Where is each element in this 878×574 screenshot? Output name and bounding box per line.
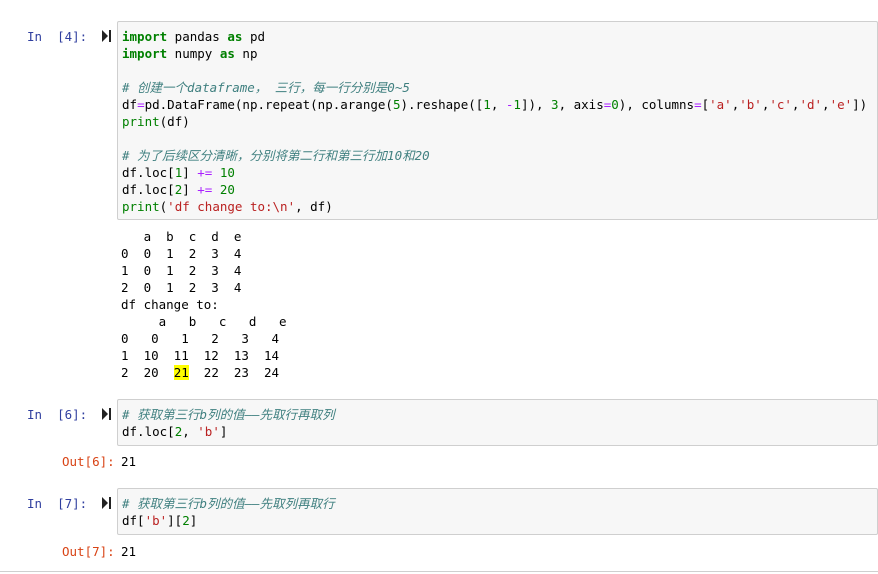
- output-line: 0 0 1 2 3 4: [121, 331, 280, 346]
- in-prompt-4: In [4]:: [27, 29, 88, 44]
- code-line: import pandas as pd: [122, 29, 266, 44]
- output-area-7: 21: [121, 543, 136, 560]
- output-line: df change to:: [121, 297, 219, 312]
- output-text: 22 23 24: [188, 365, 280, 380]
- run-cell-icon[interactable]: [102, 408, 112, 420]
- run-cell-icon[interactable]: [102, 497, 112, 509]
- output-area-4: a b c d e 0 0 1 2 3 4 1 0 1 2 3 4 2 0 1 …: [121, 228, 287, 381]
- code-line: df=pd.DataFrame(np.repeat(np.arange(5).r…: [122, 97, 868, 112]
- output-line-highlighted: 2 20 21 22 23 24: [121, 364, 287, 381]
- output-line: a b c d e: [121, 229, 242, 244]
- output-line: 1 10 11 12 13 14: [121, 348, 280, 363]
- code-comment: # 为了后续区分清晰，分别将第二行和第三行加10和20: [122, 148, 430, 163]
- output-line: 1 0 1 2 3 4: [121, 263, 242, 278]
- run-cell-icon[interactable]: [102, 30, 112, 42]
- code-line: df.loc[1] += 10: [122, 165, 235, 180]
- highlighted-value: 21: [173, 365, 189, 380]
- divider: [0, 571, 878, 572]
- code-line: df.loc[2, 'b']: [122, 424, 228, 439]
- code-cell-6[interactable]: # 获取第三行b列的值——先取行再取列 df.loc[2, 'b']: [117, 399, 878, 446]
- code-cell-7[interactable]: # 获取第三行b列的值——先取列再取行 df['b'][2]: [117, 488, 878, 535]
- code-line: df.loc[2] += 20: [122, 182, 235, 197]
- output-value: 21: [121, 454, 137, 469]
- code-line: print(df): [122, 114, 190, 129]
- output-line: 0 0 1 2 3 4: [121, 246, 242, 261]
- in-prompt-6: In [6]:: [27, 407, 88, 422]
- out-prompt-7: Out[7]:: [62, 544, 115, 559]
- code-cell-4[interactable]: import pandas as pd import numpy as np #…: [117, 21, 878, 220]
- output-area-6: 21: [121, 453, 136, 470]
- output-text: 2 20: [121, 365, 174, 380]
- code-comment: # 创建一个dataframe， 三行，每一行分别是0~5: [122, 80, 410, 95]
- in-prompt-7: In [7]:: [27, 496, 88, 511]
- out-prompt-6: Out[6]:: [62, 454, 115, 469]
- code-line: import numpy as np: [122, 46, 258, 61]
- code-comment: # 获取第三行b列的值——先取行再取列: [122, 407, 335, 422]
- output-line: a b c d e: [121, 314, 287, 329]
- code-line: df['b'][2]: [122, 513, 198, 528]
- output-line: 2 0 1 2 3 4: [121, 280, 242, 295]
- output-value: 21: [121, 544, 137, 559]
- code-line: print('df change to:\n', df): [122, 199, 333, 214]
- code-comment: # 获取第三行b列的值——先取列再取行: [122, 496, 335, 511]
